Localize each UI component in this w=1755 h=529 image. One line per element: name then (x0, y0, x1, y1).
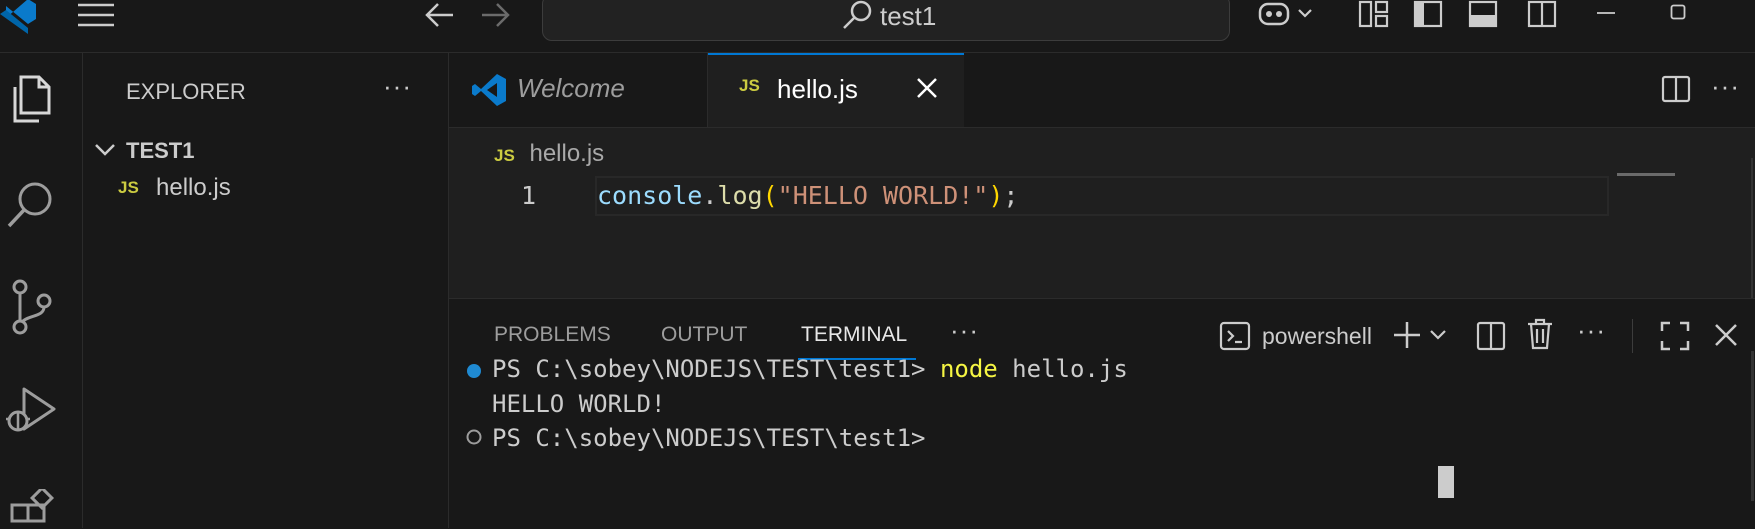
extensions-icon[interactable] (8, 489, 58, 529)
toggle-panel-icon[interactable] (1468, 0, 1498, 28)
terminal-cursor (1438, 466, 1454, 498)
breadcrumb: JS hello.js (494, 140, 604, 168)
toggle-sidebar-icon[interactable] (1413, 0, 1443, 28)
close-icon[interactable] (915, 76, 939, 100)
terminal-line-1: PS C:\sobey\NODEJS\TEST\test1> node hell… (492, 355, 1128, 383)
minimap[interactable] (1617, 173, 1747, 177)
bottom-panel: PROBLEMS OUTPUT TERMINAL ··· powershell … (449, 298, 1755, 529)
js-file-icon: JS (739, 76, 760, 95)
activity-bar (0, 53, 83, 528)
search-icon[interactable] (5, 179, 57, 231)
tab-hello-js[interactable]: JS hello.js (708, 53, 964, 127)
copilot-icon[interactable] (1257, 0, 1317, 30)
layout-icon[interactable] (1358, 0, 1390, 28)
maximize-icon[interactable] (1670, 4, 1686, 20)
new-terminal-icon[interactable] (1393, 320, 1449, 350)
minimize-icon[interactable] (1597, 10, 1615, 16)
panel-more-button[interactable]: ··· (1577, 315, 1606, 346)
terminal-prompt: PS C:\sobey\NODEJS\TEST\test1> (492, 355, 940, 383)
menu-icon[interactable] (78, 2, 114, 28)
vscode-logo[interactable] (0, 0, 38, 36)
terminal-line-3: PS C:\sobey\NODEJS\TEST\test1> (492, 424, 940, 452)
chevron-down-icon[interactable] (93, 139, 117, 159)
back-arrow-icon[interactable] (425, 2, 455, 28)
maximize-panel-icon[interactable] (1660, 321, 1690, 351)
explorer-more-button[interactable]: ··· (383, 71, 412, 102)
code-token: . (702, 181, 718, 210)
terminal-command: node (939, 355, 998, 383)
file-item-hello-js[interactable]: JS hello.js (83, 171, 448, 211)
js-file-icon: JS (494, 146, 515, 165)
editor-scrollbar[interactable] (1751, 158, 1753, 298)
terminal-shell-label[interactable]: powershell (1262, 323, 1372, 350)
folder-test1[interactable]: TEST1 (126, 138, 194, 164)
forward-arrow-icon[interactable] (480, 2, 510, 28)
tab-welcome[interactable]: Welcome (449, 53, 708, 127)
file-label: hello.js (156, 174, 231, 201)
toolbar-divider (1632, 319, 1633, 353)
command-pending-icon[interactable] (466, 429, 482, 445)
tab-label: hello.js (777, 74, 858, 104)
command-success-icon[interactable] (466, 363, 482, 379)
split-terminal-icon[interactable] (1476, 321, 1506, 351)
vscode-logo (471, 73, 507, 107)
tab-output[interactable]: OUTPUT (661, 323, 747, 347)
js-file-icon: JS (118, 178, 139, 197)
explorer-icon[interactable] (5, 73, 53, 125)
close-icon[interactable] (1713, 322, 1739, 348)
tab-label: Welcome (517, 73, 625, 103)
code-editor[interactable]: JS hello.js 1 console.log("HELLO WORLD!"… (449, 128, 1755, 298)
explorer-sidebar: EXPLORER ··· TEST1 JS hello.js (83, 53, 449, 528)
terminal-scrollbar[interactable] (1751, 351, 1754, 501)
split-editor-icon[interactable] (1661, 75, 1691, 103)
terminal-output: HELLO WORLD! (492, 390, 666, 418)
line-number: 1 (521, 181, 537, 210)
code-token: log (717, 181, 763, 210)
code-token: ( (762, 181, 778, 210)
panel-more-tabs-button[interactable]: ··· (950, 315, 979, 346)
trash-icon[interactable] (1526, 318, 1554, 350)
tab-terminal[interactable]: TERMINAL (801, 323, 907, 347)
editor-tab-bar: Welcome JS hello.js ··· (449, 53, 1755, 128)
code-token: console (597, 181, 703, 210)
toggle-secondary-sidebar-icon[interactable] (1527, 0, 1557, 28)
code-token: ) (988, 181, 1004, 210)
search-icon (841, 0, 873, 30)
terminal-line-2: HELLO WORLD! (492, 390, 665, 418)
terminal-icon (1219, 321, 1251, 351)
code-token: "HELLO WORLD!" (777, 181, 989, 210)
search-text: test1 (880, 1, 937, 31)
run-debug-icon[interactable] (4, 383, 56, 439)
tab-problems[interactable]: PROBLEMS (494, 323, 611, 347)
code-line-1[interactable]: console.log("HELLO WORLD!"); (597, 181, 1018, 210)
terminal-prompt: PS C:\sobey\NODEJS\TEST\test1> (492, 424, 940, 452)
editor-more-button[interactable]: ··· (1711, 71, 1740, 102)
source-control-icon[interactable] (8, 279, 54, 335)
explorer-title: EXPLORER (126, 79, 246, 104)
code-token: ; (1003, 181, 1019, 210)
breadcrumb-file[interactable]: hello.js (529, 140, 604, 167)
terminal-args: hello.js (997, 355, 1128, 383)
title-bar: test1 (0, 0, 1755, 53)
